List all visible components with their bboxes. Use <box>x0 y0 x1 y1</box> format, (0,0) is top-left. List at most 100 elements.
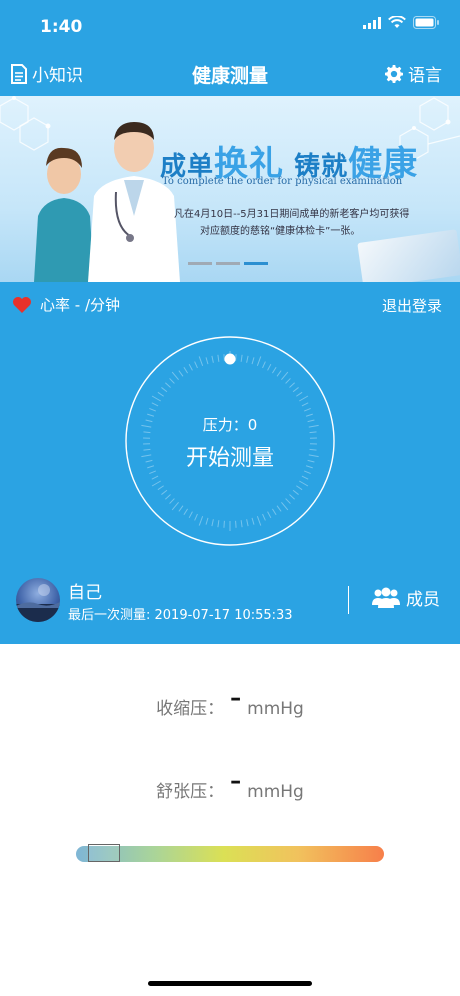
dial-tick <box>217 354 220 362</box>
dial-tick <box>262 513 266 521</box>
status-time: 1:40 <box>40 17 83 37</box>
dial-tick <box>299 480 309 487</box>
language-label: 语言 <box>408 66 442 86</box>
dial-tick <box>211 519 214 527</box>
dial-tick <box>205 357 209 365</box>
user-name[interactable]: 自己 <box>68 578 102 603</box>
dial-tick <box>169 378 175 384</box>
dial-tick <box>301 402 309 407</box>
dial-tick <box>289 382 295 388</box>
dial-tick <box>178 505 184 512</box>
heart-rate-row: 心率 - /分钟 退出登录 <box>0 282 460 326</box>
dial-indicator-dot <box>224 353 236 365</box>
promo-banner[interactable]: 成单换礼 铸就健康 To complete the order for phys… <box>0 96 460 282</box>
diastolic-label: 舒张压： <box>156 782 225 802</box>
dial-tick <box>151 480 161 487</box>
banner-dot-2[interactable] <box>216 262 240 265</box>
systolic-reading: 收缩压： – mmHg <box>0 686 460 720</box>
dial-tick <box>289 494 295 500</box>
dial-tick <box>296 391 303 397</box>
dial-tick <box>165 494 171 500</box>
dial-tick <box>188 511 193 519</box>
heart-rate-label: 心率 - /分钟 <box>40 296 121 314</box>
dial-tick <box>211 355 214 363</box>
dial-tick <box>151 475 159 480</box>
divider <box>348 586 349 614</box>
dial-tick <box>151 395 161 402</box>
diastolic-reading: 舒张压： – mmHg <box>0 769 460 803</box>
navigation-bar: 小知识 健康测量 语言 <box>0 50 460 96</box>
dial-tick <box>198 516 204 526</box>
dial-tick <box>198 356 204 366</box>
dial-tick <box>183 508 189 516</box>
dial-tick <box>285 498 291 504</box>
dial-tick <box>169 498 175 504</box>
banner-page-indicator[interactable] <box>188 262 268 265</box>
banner-text-line2: 对应额度的慈铭“健康体检卡”一张。 <box>200 226 361 237</box>
heart-icon <box>13 296 31 313</box>
banner-subtitle: To complete the order for physical exami… <box>162 176 403 187</box>
dial-tick <box>256 356 262 366</box>
dial-tick <box>303 407 311 412</box>
members-label: 成员 <box>406 590 440 610</box>
banner-dot-3[interactable] <box>244 262 268 265</box>
dial-tick <box>267 511 272 519</box>
dial-tick <box>183 366 189 374</box>
dial-tick <box>246 355 249 363</box>
systolic-unit: mmHg <box>247 699 304 719</box>
status-bar: 1:40 <box>0 0 460 50</box>
dial-tick <box>157 391 164 397</box>
dial-tick <box>165 382 171 388</box>
dial-tick <box>276 370 282 377</box>
dial-tick <box>292 489 299 495</box>
systolic-label: 收缩压： <box>156 699 225 719</box>
battery-icon <box>413 16 439 29</box>
heart-rate: 心率 - /分钟 <box>12 294 120 315</box>
dial-tick <box>281 371 289 381</box>
members-button[interactable]: 成员 <box>372 585 440 610</box>
dial-tick <box>299 395 309 402</box>
dial-tick <box>251 517 255 525</box>
dial-tick <box>281 501 289 511</box>
group-icon <box>372 587 400 608</box>
dial-tick <box>161 387 168 393</box>
dial-tick <box>276 505 282 512</box>
last-measure-time: 最后一次测量: 2019-07-17 10:55:33 <box>68 608 293 623</box>
signal-icon <box>363 16 381 29</box>
status-icons <box>363 16 440 29</box>
avatar[interactable] <box>16 578 60 622</box>
diastolic-value: – <box>230 769 242 794</box>
banner-text-line1: 凡在4月10日--5月31日期间成单的新老客户均可获得 <box>174 209 410 220</box>
banner-dot-1[interactable] <box>188 262 212 265</box>
dial-tick <box>149 407 157 412</box>
dial-tick <box>251 357 255 365</box>
wifi-icon <box>388 16 406 28</box>
dial-tick <box>301 475 309 480</box>
dial-tick <box>256 516 262 526</box>
dial-tick <box>285 378 291 384</box>
dial-tick <box>171 501 179 511</box>
logout-button[interactable]: 退出登录 <box>382 295 442 316</box>
language-button[interactable]: 语言 <box>385 61 442 86</box>
dial-tick <box>246 519 249 527</box>
dial-tick <box>205 517 209 525</box>
gear-icon <box>385 64 403 83</box>
doctors-illustration <box>34 122 180 282</box>
start-measure-button[interactable]: 开始测量 <box>0 440 460 472</box>
user-row: 自己 最后一次测量: 2019-07-17 10:55:33 成员 <box>0 572 460 644</box>
dial-tick <box>188 363 193 371</box>
diastolic-unit: mmHg <box>247 782 304 802</box>
dial-tick <box>194 513 198 521</box>
avatar-landscape-image <box>16 584 60 622</box>
dial-tick <box>157 485 164 491</box>
dial-tick <box>194 361 198 369</box>
dial-tick <box>271 508 277 516</box>
dial-tick <box>271 366 277 374</box>
systolic-value: – <box>230 686 242 711</box>
dial-tick <box>262 361 266 369</box>
dial-tick <box>151 402 159 407</box>
gauge-indicator <box>87 844 120 862</box>
dial-tick <box>178 370 184 377</box>
home-indicator[interactable] <box>148 981 312 986</box>
dial-tick <box>240 354 243 362</box>
